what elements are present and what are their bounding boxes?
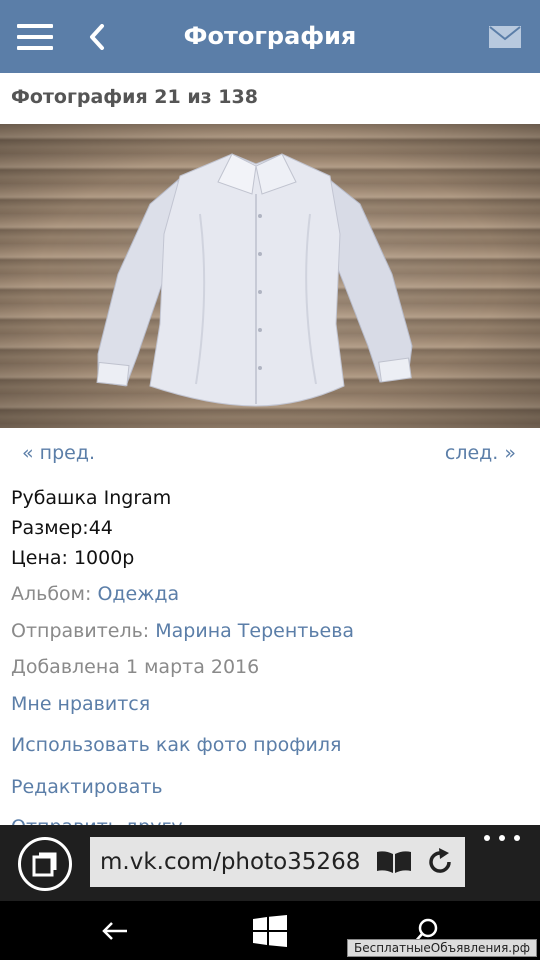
hamburger-menu-icon[interactable] xyxy=(6,0,64,73)
album-label: Альбом: xyxy=(11,583,98,605)
set-profile-photo-link[interactable]: Использовать как фото профиля xyxy=(11,734,341,756)
system-nav-bar: БесплатныеОбъявления.рф xyxy=(0,901,540,960)
album-link[interactable]: Одежда xyxy=(97,583,179,605)
windows-logo-icon[interactable] xyxy=(250,911,290,951)
next-photo-link[interactable]: след. » xyxy=(445,442,516,464)
prev-photo-link[interactable]: « пред. xyxy=(22,442,95,464)
description-line-2: Размер:44 xyxy=(11,517,113,539)
more-dot xyxy=(499,835,505,841)
address-bar[interactable]: m.vk.com/photo35268 xyxy=(90,837,465,887)
more-dot xyxy=(514,835,520,841)
added-date: Добавлена 1 марта 2016 xyxy=(11,656,260,678)
more-dots-icon[interactable] xyxy=(484,835,520,847)
watermark: БесплатныеОбъявления.рф xyxy=(347,939,537,957)
browser-toolbar: m.vk.com/photo35268 xyxy=(0,825,540,901)
sender-label: Отправитель: xyxy=(11,620,156,642)
description-line-1: Рубашка Ingram xyxy=(11,487,172,509)
refresh-icon[interactable] xyxy=(425,847,455,877)
like-link[interactable]: Мне нравится xyxy=(11,693,150,715)
sender-link[interactable]: Марина Терентьева xyxy=(155,620,354,642)
album-info: Альбом: Одежда xyxy=(11,583,179,605)
description-line-3: Цена: 1000р xyxy=(11,547,135,569)
reading-view-icon[interactable] xyxy=(375,849,413,875)
shirt-photo xyxy=(96,153,413,407)
more-dot xyxy=(484,835,490,841)
photo-image[interactable] xyxy=(0,124,540,428)
chevron-left-icon[interactable] xyxy=(72,0,122,73)
tabs-icon[interactable] xyxy=(18,837,72,891)
back-arrow-icon[interactable] xyxy=(95,911,135,951)
page-title: Фотография xyxy=(183,22,357,50)
url-text[interactable]: m.vk.com/photo35268 xyxy=(100,837,375,887)
photo-counter: Фотография 21 из 138 xyxy=(11,86,258,108)
sender-info: Отправитель: Марина Терентьева xyxy=(11,620,354,642)
envelope-icon[interactable] xyxy=(480,0,530,73)
app-header: Фотография xyxy=(0,0,540,73)
edit-link[interactable]: Редактировать xyxy=(11,776,163,798)
